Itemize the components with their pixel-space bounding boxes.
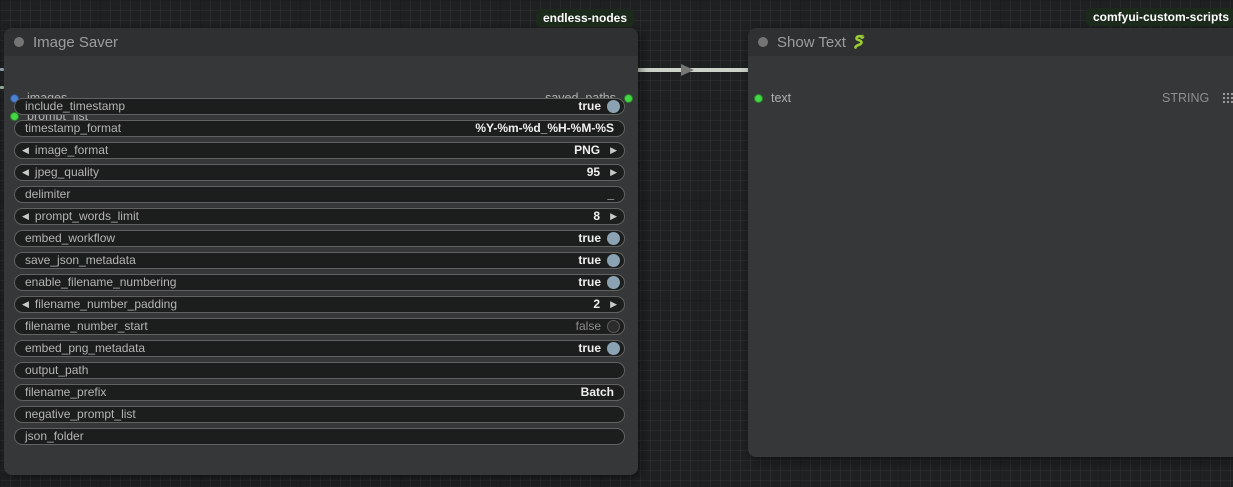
node-title: Image Saver	[33, 34, 118, 51]
widget-row-json_folder[interactable]: json_folder	[14, 428, 625, 445]
widget-value: 8	[593, 209, 600, 224]
toggle-icon[interactable]	[607, 276, 620, 289]
node-show-text[interactable]: Show Text text STRING	[748, 28, 1233, 457]
widget-value: %Y-%m-%d_%H-%M-%S	[475, 121, 614, 136]
widget-label: output_path	[25, 363, 88, 378]
output-dot-icon[interactable]	[624, 94, 633, 103]
widget-label: filename_number_start	[25, 319, 148, 334]
toggle-icon[interactable]	[607, 232, 620, 245]
widget-row-save_json_metadata[interactable]: save_json_metadata true	[14, 252, 625, 269]
widget-value: Batch	[581, 385, 614, 400]
widget-list: include_timestamp true timestamp_format …	[14, 98, 625, 450]
widget-value: true	[578, 99, 601, 114]
widget-row-filename_number_start[interactable]: filename_number_start false	[14, 318, 625, 335]
widget-value: false	[576, 319, 601, 334]
widget-row-jpeg_quality[interactable]: ◀ jpeg_quality 95 ▶	[14, 164, 625, 181]
widget-label: embed_workflow	[25, 231, 115, 246]
widget-row-image_format[interactable]: ◀ image_format PNG ▶	[14, 142, 625, 159]
collapse-dot-icon[interactable]	[14, 37, 24, 47]
widget-label: include_timestamp	[25, 99, 125, 114]
widget-value: true	[578, 341, 601, 356]
node-title: Show Text	[777, 34, 868, 51]
node-graph-canvas[interactable]: { "badges": { "endless_nodes": "endless-…	[0, 0, 1233, 487]
decrement-arrow-icon[interactable]: ◀	[22, 209, 29, 224]
decrement-arrow-icon[interactable]: ◀	[22, 165, 29, 180]
widget-value: _	[607, 187, 614, 202]
widget-label: jpeg_quality	[35, 165, 99, 180]
toggle-icon[interactable]	[607, 320, 620, 333]
widget-row-embed_png_metadata[interactable]: embed_png_metadata true	[14, 340, 625, 357]
snake-emoji-icon	[852, 34, 868, 50]
widget-row-include_timestamp[interactable]: include_timestamp true	[14, 98, 625, 115]
decrement-arrow-icon[interactable]: ◀	[22, 143, 29, 158]
widget-label: negative_prompt_list	[25, 407, 136, 422]
widget-row-filename_number_padding[interactable]: ◀ filename_number_padding 2 ▶	[14, 296, 625, 313]
widget-label: save_json_metadata	[25, 253, 136, 268]
badge-comfyui-custom-scripts: comfyui-custom-scripts	[1086, 8, 1233, 26]
widget-row-output_path[interactable]: output_path	[14, 362, 625, 379]
increment-arrow-icon[interactable]: ▶	[610, 143, 617, 158]
widget-value: true	[578, 231, 601, 246]
badge-endless-nodes: endless-nodes	[536, 9, 634, 27]
decrement-arrow-icon[interactable]: ◀	[22, 297, 29, 312]
widget-value: 2	[593, 297, 600, 312]
link-saved-paths-to-text[interactable]	[634, 68, 755, 72]
output-slot-string[interactable]: STRING	[1162, 88, 1209, 108]
widget-value: PNG	[574, 143, 600, 158]
widget-row-timestamp_format[interactable]: timestamp_format %Y-%m-%d_%H-%M-%S	[14, 120, 625, 137]
widget-label: embed_png_metadata	[25, 341, 145, 356]
node-show-text-header[interactable]: Show Text	[748, 28, 1233, 56]
toggle-icon[interactable]	[607, 254, 620, 267]
widget-row-negative_prompt_list[interactable]: negative_prompt_list	[14, 406, 625, 423]
increment-arrow-icon[interactable]: ▶	[610, 209, 617, 224]
widget-label: prompt_words_limit	[35, 209, 139, 224]
increment-arrow-icon[interactable]: ▶	[610, 297, 617, 312]
toggle-icon[interactable]	[607, 100, 620, 113]
widget-label: json_folder	[25, 429, 84, 444]
widget-label: delimiter	[25, 187, 70, 202]
grid-output-icon[interactable]	[1222, 92, 1233, 103]
input-slot-label: text	[771, 91, 791, 105]
node-image-saver-header[interactable]: Image Saver	[4, 28, 638, 56]
widget-row-embed_workflow[interactable]: embed_workflow true	[14, 230, 625, 247]
widget-value: true	[578, 253, 601, 268]
toggle-icon[interactable]	[607, 342, 620, 355]
widget-label: image_format	[35, 143, 108, 158]
input-dot-icon[interactable]	[754, 94, 763, 103]
increment-arrow-icon[interactable]: ▶	[610, 165, 617, 180]
widget-row-delimiter[interactable]: delimiter _	[14, 186, 625, 203]
widget-label: filename_number_padding	[35, 297, 177, 312]
widget-label: timestamp_format	[25, 121, 121, 136]
widget-label: filename_prefix	[25, 385, 106, 400]
widget-row-enable_filename_numbering[interactable]: enable_filename_numbering true	[14, 274, 625, 291]
widget-row-filename_prefix[interactable]: filename_prefix Batch	[14, 384, 625, 401]
node-image-saver[interactable]: Image Saver images prompt_list saved_pat…	[4, 28, 638, 475]
widget-value: 95	[587, 165, 600, 180]
collapse-dot-icon[interactable]	[758, 37, 768, 47]
widget-label: enable_filename_numbering	[25, 275, 176, 290]
widget-value: true	[578, 275, 601, 290]
widget-row-prompt_words_limit[interactable]: ◀ prompt_words_limit 8 ▶	[14, 208, 625, 225]
output-slot-label: STRING	[1162, 91, 1209, 105]
link-arrow-icon	[681, 64, 694, 76]
input-slot-text[interactable]: text	[754, 88, 791, 108]
